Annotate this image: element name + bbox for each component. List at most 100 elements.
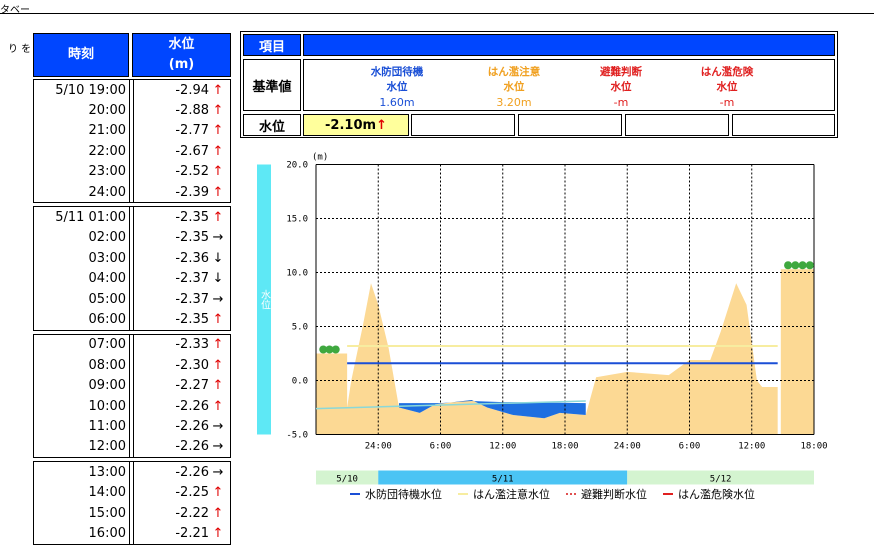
header-level-unit: (m) — [168, 57, 195, 72]
level-value: -2.88 — [175, 103, 209, 119]
trend-arrow-icon: → — [212, 230, 224, 246]
level-cell-empty — [411, 114, 515, 136]
standard-evacuation: 避難判断 水位 -m — [566, 65, 676, 110]
table-header: 時刻 水位 (m) — [33, 33, 231, 77]
trend-arrow-icon: → — [212, 464, 224, 480]
level-value: -2.27 — [175, 378, 209, 394]
y-tick-label: 20.0 — [286, 161, 308, 171]
level-value: -2.26 — [175, 464, 209, 480]
y-tick-label: 0.0 — [292, 377, 308, 387]
level-cell: -2.35 → — [134, 228, 230, 248]
trend-arrow-icon: ↑ — [212, 143, 224, 159]
level-cell: -2.37 ↓ — [134, 269, 230, 289]
time-cell: 09:00 — [88, 378, 126, 394]
level-column: -2.94 ↑ -2.88 ↑ -2.77 ↑ -2.67 ↑ -2.52 ↑ -2.39 ↑ — [133, 80, 230, 203]
time-cell: 5/10 19:00 — [55, 82, 126, 98]
legend-item: 避難判断水位 — [566, 486, 647, 502]
tree-icon — [805, 261, 814, 270]
level-value: -2.22 — [175, 505, 209, 521]
header-fragment: タベー — [0, 5, 30, 16]
level-value: -2.67 — [175, 143, 209, 159]
header-level: 水位 (m) — [132, 33, 231, 77]
trend-arrow-icon: ↓ — [212, 250, 224, 266]
tree-icon — [791, 261, 800, 270]
level-value: -2.36 — [175, 250, 209, 266]
trend-arrow-icon: ↑ — [212, 485, 224, 501]
time-cell: 05:00 — [88, 291, 126, 307]
header-time: 時刻 — [33, 33, 129, 77]
level-cell: -2.77 ↑ — [134, 121, 230, 141]
level-cell: -2.88 ↑ — [134, 100, 230, 120]
time-column: 5/10 19:00 20:00 21:00 22:00 23:00 24:00 — [34, 80, 130, 203]
standard-value: 1.60m — [379, 96, 415, 109]
time-cell: 10:00 — [88, 398, 126, 414]
terrain-area-right — [780, 269, 814, 435]
trend-arrow-icon: ↑ — [212, 378, 224, 394]
level-value: -2.26 — [175, 439, 209, 455]
x-tick-label: 18:00 — [800, 442, 827, 452]
legend-label: はん濫注意水位 — [473, 488, 550, 501]
chart-legend: 水防団待機水位 はん濫注意水位 避難判断水位 はん濫危険水位 — [350, 486, 755, 502]
legend-label: 避難判断水位 — [581, 488, 647, 501]
x-tick-label: 6:00 — [430, 442, 452, 452]
trend-arrow-icon: ↑ — [212, 184, 224, 200]
level-cell: -2.35 ↑ — [134, 309, 230, 329]
time-cell: 23:00 — [88, 164, 126, 180]
standards-table: 項目 基準値 水防団待機 水位 1.60m はん濫注意 水位 3.20m 避難判… — [240, 31, 838, 138]
current-level: -2.10m ↑ — [303, 114, 409, 136]
level-cell: -2.26 → — [134, 437, 230, 457]
time-cell: 5/11 01:00 — [55, 210, 126, 226]
time-level-table: 時刻 水位 (m) 5/10 19:00 20:00 21:00 22:00 23:00… — [33, 33, 231, 545]
trend-arrow-icon: ↑ — [212, 337, 224, 353]
level-cell-empty — [518, 114, 622, 136]
top-border: タベー — [0, 0, 874, 16]
table-group: 07:00 08:00 09:00 10:00 11:00 12:00 -2.33 ↑ -2.3… — [33, 333, 231, 459]
level-label: 水位 — [243, 114, 301, 136]
time-cell: 12:00 — [88, 439, 126, 455]
legend-label: 水防団待機水位 — [365, 488, 442, 501]
tree-icon — [798, 261, 807, 270]
time-cell: 04:00 — [88, 271, 126, 287]
standard-name: はん濫注意 — [487, 66, 541, 78]
day-label: 5/10 — [336, 475, 358, 485]
level-value: -2.33 — [175, 337, 209, 353]
header-level-label: 水位 — [168, 37, 195, 52]
level-cell-empty — [625, 114, 729, 136]
trend-arrow-icon: ↑ — [212, 164, 224, 180]
level-cell: -2.37 → — [134, 289, 230, 309]
trend-arrow-icon: ↑ — [212, 398, 224, 414]
level-value: -2.21 — [175, 525, 209, 541]
time-column: 5/11 01:00 02:00 03:00 04:00 05:00 06:00 — [34, 207, 130, 330]
trend-arrow-icon: → — [212, 291, 224, 307]
time-cell: 24:00 — [88, 184, 126, 200]
level-cell: -2.94 ↑ — [134, 80, 230, 100]
standard-label: 基準値 — [243, 59, 301, 111]
level-cell: -2.52 ↑ — [134, 162, 230, 182]
level-value: -2.39 — [175, 184, 209, 200]
x-tick-label: 24:00 — [365, 442, 392, 452]
level-cell: -2.27 ↑ — [134, 375, 230, 395]
trend-arrow-icon: → — [212, 439, 224, 455]
tree-icon — [331, 345, 340, 354]
level-value: -2.94 — [175, 82, 209, 98]
x-tick-label: 6:00 — [679, 442, 701, 452]
x-tick-label: 18:00 — [551, 442, 578, 452]
day-label: 5/12 — [710, 475, 732, 485]
time-cell: 02:00 — [88, 230, 126, 246]
level-value: -2.52 — [175, 164, 209, 180]
level-cell: -2.33 ↑ — [134, 335, 230, 355]
level-cell: -2.30 ↑ — [134, 355, 230, 375]
legend-swatch — [458, 493, 468, 495]
trend-arrow-icon: ↑ — [212, 525, 224, 541]
legend-label: はん濫危険水位 — [678, 488, 755, 501]
level-cell: -2.26 ↑ — [134, 396, 230, 416]
legend-item: はん濫注意水位 — [458, 486, 550, 502]
table-group: 5/10 19:00 20:00 21:00 22:00 23:00 24:00 -2.94… — [33, 79, 231, 204]
level-column: -2.26 → -2.25 ↑ -2.22 ↑ -2.21 ↑ — [133, 462, 230, 544]
trend-arrow-icon: ↑ — [212, 82, 224, 98]
level-cell: -2.67 ↑ — [134, 141, 230, 161]
legend-swatch — [350, 493, 360, 495]
x-tick-label: 12:00 — [738, 442, 765, 452]
time-cell: 21:00 — [88, 123, 126, 139]
legend-item: 水防団待機水位 — [350, 486, 442, 502]
